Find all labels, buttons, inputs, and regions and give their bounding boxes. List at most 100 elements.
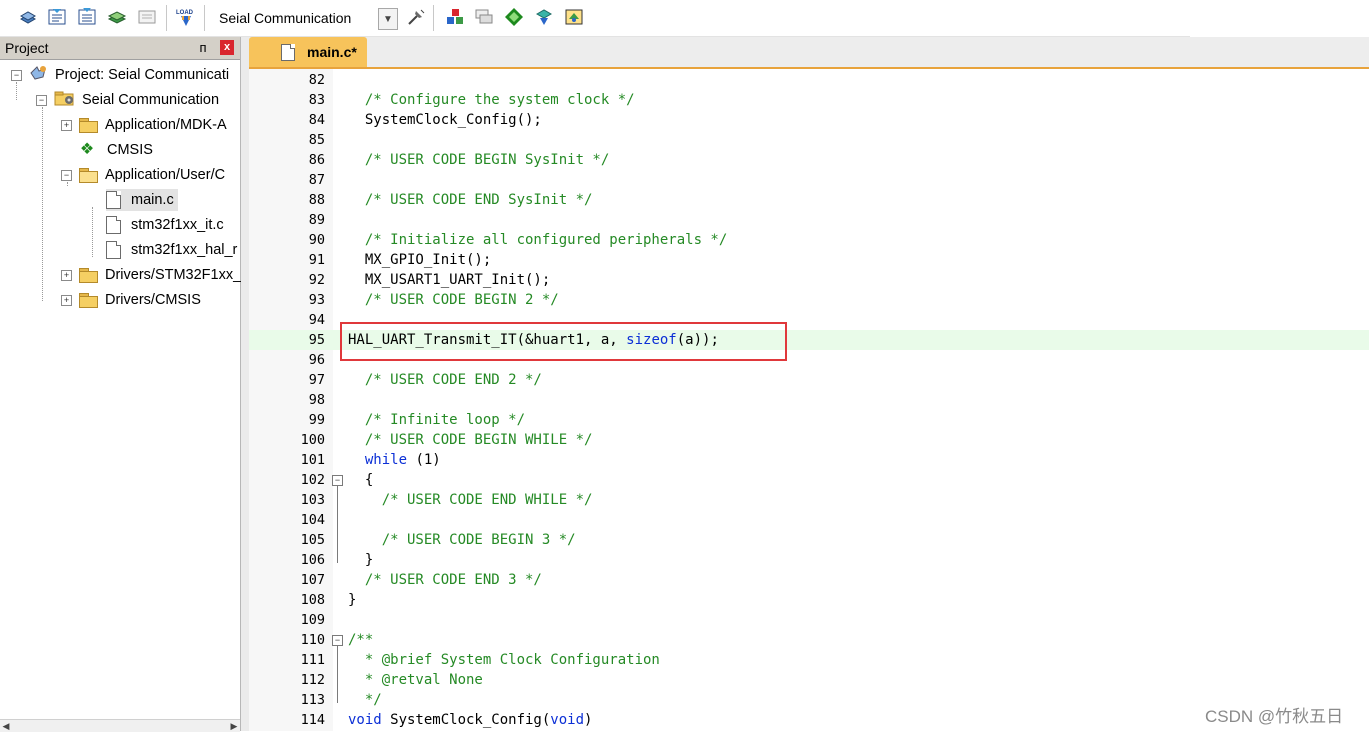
code-line[interactable]: 111 * @brief System Clock Configuration bbox=[249, 650, 1369, 670]
file-icon bbox=[106, 191, 121, 209]
collapse-icon[interactable]: − bbox=[11, 69, 22, 81]
line-number: 106 bbox=[300, 552, 325, 568]
code-text: /* USER CODE BEGIN SysInit */ bbox=[348, 150, 609, 170]
code-line[interactable]: 101 while (1) bbox=[249, 450, 1369, 470]
code-line[interactable]: 113 */ bbox=[249, 690, 1369, 710]
select-packs-icon[interactable] bbox=[533, 6, 555, 28]
code-segment: /* USER CODE END 3 */ bbox=[348, 572, 542, 588]
code-line[interactable]: 114 void SystemClock_Config(void) bbox=[249, 710, 1369, 730]
expand-icon[interactable]: + bbox=[61, 294, 72, 306]
build-icon[interactable] bbox=[76, 6, 98, 28]
code-line[interactable]: 105 /* USER CODE BEGIN 3 */ bbox=[249, 530, 1369, 550]
code-text: } bbox=[348, 550, 373, 570]
expand-icon[interactable]: + bbox=[61, 119, 72, 131]
line-number: 94 bbox=[308, 312, 325, 328]
tree-group-application-mdk[interactable]: + Application/MDK-A bbox=[61, 114, 227, 136]
code-line[interactable]: 110−/** bbox=[249, 630, 1369, 650]
code-line[interactable]: 100 /* USER CODE BEGIN WHILE */ bbox=[249, 430, 1369, 450]
collapse-icon[interactable]: − bbox=[36, 94, 47, 106]
code-text: */ bbox=[348, 690, 382, 710]
tab-main-c[interactable]: main.c* bbox=[249, 37, 367, 67]
code-line[interactable]: 87 bbox=[249, 170, 1369, 190]
collapse-icon[interactable]: − bbox=[61, 169, 72, 181]
line-number: 84 bbox=[308, 112, 325, 128]
fold-collapse-icon[interactable]: − bbox=[332, 475, 343, 486]
line-number: 110 bbox=[300, 632, 325, 648]
tree-root-project[interactable]: − Project: Seial Communicati bbox=[11, 64, 229, 86]
code-segment: /* USER CODE BEGIN SysInit */ bbox=[348, 152, 610, 168]
code-line[interactable]: 82 bbox=[249, 70, 1369, 90]
tree-target[interactable]: − Seial Communication bbox=[36, 89, 219, 111]
code-text: while (1) bbox=[348, 450, 441, 470]
line-number: 103 bbox=[300, 492, 325, 508]
panel-splitter[interactable] bbox=[241, 37, 249, 731]
chevron-down-icon[interactable]: ▼ bbox=[378, 8, 398, 30]
scroll-right-icon[interactable]: ▶ bbox=[228, 720, 240, 732]
line-number: 93 bbox=[308, 292, 325, 308]
expand-icon[interactable]: + bbox=[61, 269, 72, 281]
tree-group-cmsis-component[interactable]: ❖ CMSIS bbox=[79, 139, 153, 161]
manage-components-icon[interactable] bbox=[444, 6, 466, 28]
code-segment: /** bbox=[348, 632, 374, 648]
line-number: 98 bbox=[308, 392, 325, 408]
code-text: void SystemClock_Config(void) bbox=[348, 710, 592, 730]
code-line[interactable]: 98 bbox=[249, 390, 1369, 410]
code-line[interactable]: 86 /* USER CODE BEGIN SysInit */ bbox=[249, 150, 1369, 170]
batch-build-icon[interactable] bbox=[136, 6, 158, 28]
pack-installer-icon[interactable] bbox=[563, 6, 585, 28]
code-line[interactable]: 109 bbox=[249, 610, 1369, 630]
code-line[interactable]: 108} bbox=[249, 590, 1369, 610]
code-line[interactable]: 90 /* Initialize all configured peripher… bbox=[249, 230, 1369, 250]
code-line[interactable]: 83 /* Configure the system clock */ bbox=[249, 90, 1369, 110]
tree-file-label: stm32f1xx_hal_r bbox=[131, 242, 238, 258]
tree-file-it-c[interactable]: stm32f1xx_it.c bbox=[106, 214, 224, 236]
target-select[interactable]: Seial Communication ▼ bbox=[212, 8, 398, 30]
run-time-env-icon[interactable] bbox=[503, 6, 525, 28]
code-line[interactable]: 103 /* USER CODE END WHILE */ bbox=[249, 490, 1369, 510]
tree-file-hal-msp[interactable]: stm32f1xx_hal_r bbox=[106, 239, 237, 261]
horizontal-scrollbar[interactable]: ◀ ▶ bbox=[0, 719, 240, 732]
pin-icon[interactable]: ᴨ bbox=[196, 40, 210, 55]
code-line[interactable]: 92 MX_USART1_UART_Init(); bbox=[249, 270, 1369, 290]
rebuild-icon[interactable] bbox=[106, 6, 128, 28]
line-number: 82 bbox=[308, 72, 325, 88]
code-segment: /* USER CODE END 2 */ bbox=[348, 372, 542, 388]
tree-file-main-c[interactable]: main.c bbox=[106, 189, 178, 211]
code-line[interactable]: 112 * @retval None bbox=[249, 670, 1369, 690]
line-number: 112 bbox=[300, 672, 325, 688]
code-line[interactable]: 93 /* USER CODE BEGIN 2 */ bbox=[249, 290, 1369, 310]
project-icon[interactable] bbox=[17, 6, 39, 28]
fold-collapse-icon[interactable]: − bbox=[332, 635, 343, 646]
close-icon[interactable]: x bbox=[220, 40, 234, 55]
line-number: 114 bbox=[300, 712, 325, 728]
code-line[interactable]: 104 bbox=[249, 510, 1369, 530]
code-line[interactable]: 97 /* USER CODE END 2 */ bbox=[249, 370, 1369, 390]
code-line[interactable]: 91 MX_GPIO_Init(); bbox=[249, 250, 1369, 270]
download-load-icon[interactable]: LOAD bbox=[175, 6, 197, 28]
line-number: 107 bbox=[300, 572, 325, 588]
tree-group-drivers-cmsis[interactable]: + Drivers/CMSIS bbox=[61, 289, 201, 311]
line-number: 101 bbox=[300, 452, 325, 468]
translate-icon[interactable] bbox=[46, 6, 68, 28]
code-line[interactable]: 89 bbox=[249, 210, 1369, 230]
line-number: 87 bbox=[308, 172, 325, 188]
code-line[interactable]: 85 bbox=[249, 130, 1369, 150]
code-line[interactable]: 107 /* USER CODE END 3 */ bbox=[249, 570, 1369, 590]
tree-group-application-user[interactable]: − Application/User/C bbox=[61, 164, 225, 186]
code-text: SystemClock_Config(); bbox=[348, 110, 542, 130]
code-line[interactable]: 88 /* USER CODE END SysInit */ bbox=[249, 190, 1369, 210]
scroll-left-icon[interactable]: ◀ bbox=[0, 720, 12, 732]
line-number: 113 bbox=[300, 692, 325, 708]
tree-group-drivers-stm32[interactable]: + Drivers/STM32F1xx_ bbox=[61, 264, 241, 286]
line-number: 95 bbox=[308, 332, 325, 348]
line-number: 104 bbox=[300, 512, 325, 528]
file-extensions-icon[interactable] bbox=[473, 6, 495, 28]
code-line[interactable]: 106 } bbox=[249, 550, 1369, 570]
code-segment: ) bbox=[584, 712, 593, 728]
line-number: 91 bbox=[308, 252, 325, 268]
code-line[interactable]: 102− { bbox=[249, 470, 1369, 490]
code-line[interactable]: 84 SystemClock_Config(); bbox=[249, 110, 1369, 130]
code-line[interactable]: 99 /* Infinite loop */ bbox=[249, 410, 1369, 430]
code-editor[interactable]: 82 83 /* Configure the system clock */84 … bbox=[249, 69, 1369, 731]
target-options-icon[interactable] bbox=[405, 6, 427, 28]
